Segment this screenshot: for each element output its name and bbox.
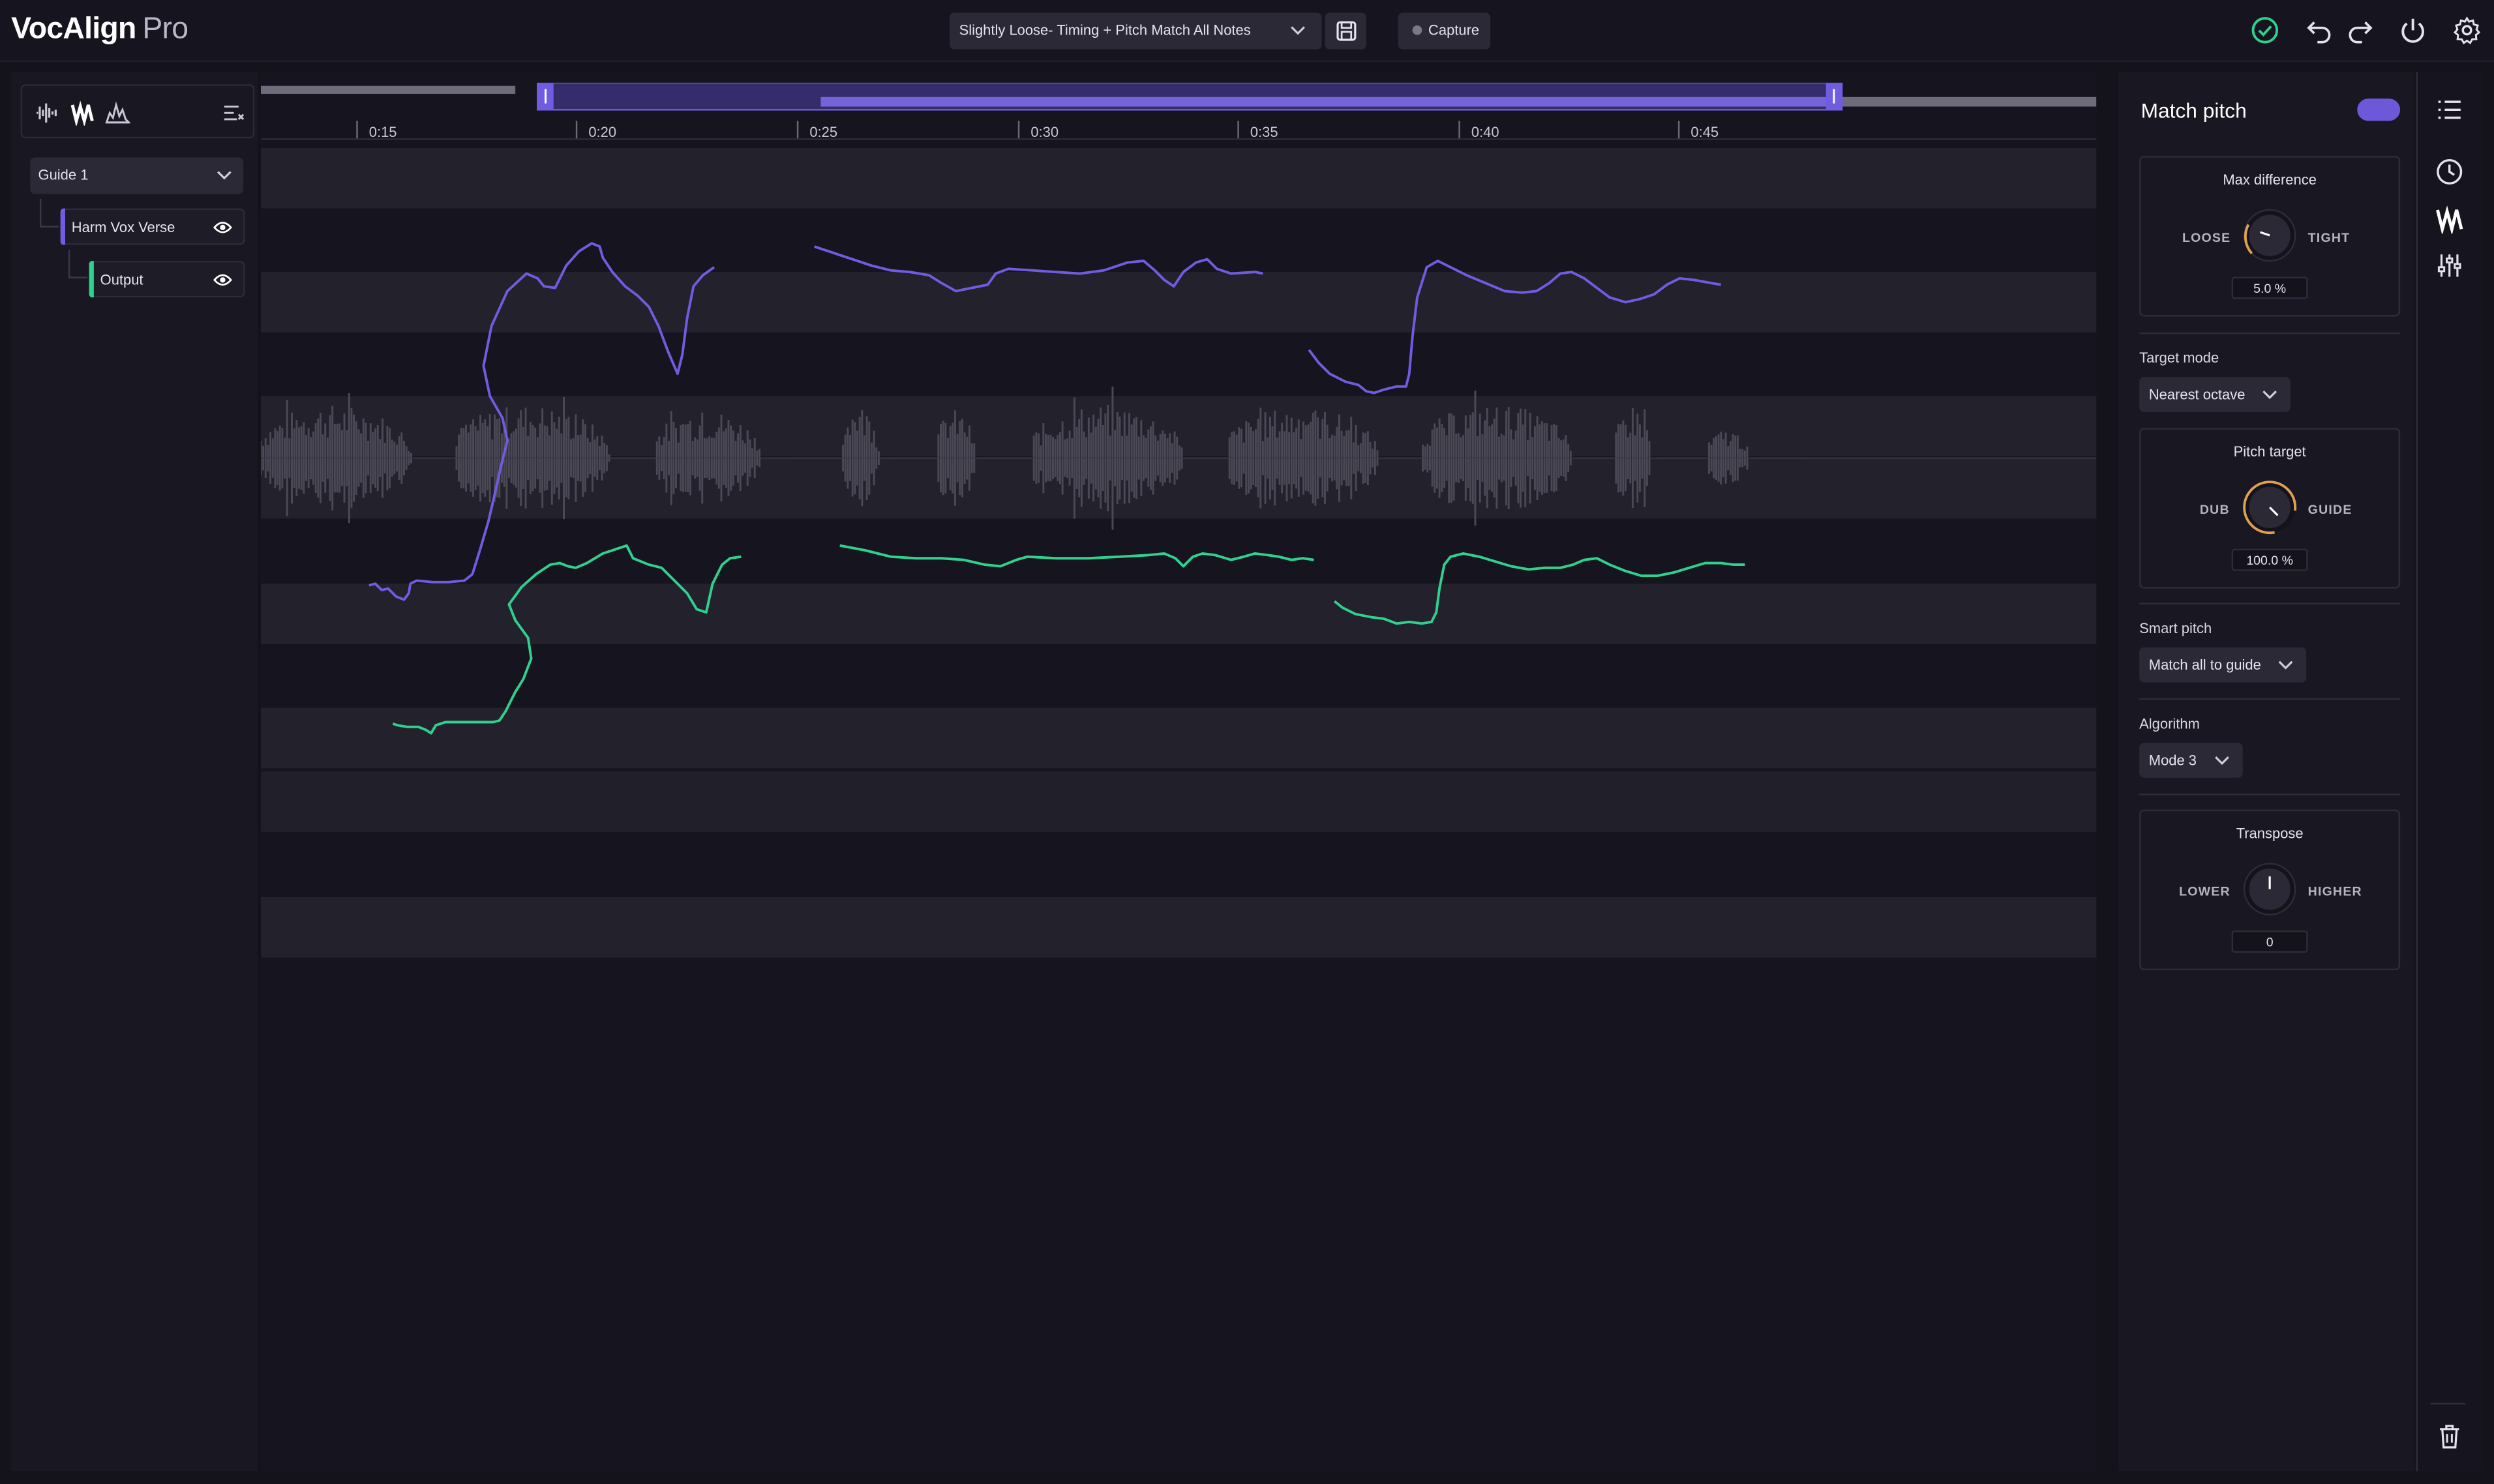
visibility-eye-icon[interactable] — [213, 272, 232, 288]
pitch-target-card: Pitch target DUB GUIDE 100.0 % — [2139, 428, 2401, 589]
track-panel: Guide 1 Harm Vox Verse Output — [11, 71, 258, 1472]
undo-icon[interactable] — [2305, 16, 2334, 44]
app-logo: VocAlign Pro — [11, 12, 188, 46]
card-title: Transpose — [2236, 825, 2304, 842]
guide-select-value: Guide 1 — [38, 167, 89, 183]
guide-pitch-curve — [814, 245, 1263, 293]
knob-right-label: GUIDE — [2307, 502, 2352, 517]
pitch-editor[interactable]: 0:15 0:20 0:25 0:30 0:35 0:40 0:45 — [260, 71, 2097, 1472]
divider — [2139, 602, 2401, 604]
pitch-target-knob[interactable] — [2243, 481, 2297, 535]
target-mode-select[interactable]: Nearest octave — [2139, 377, 2291, 412]
mixer-sliders-icon[interactable] — [2435, 251, 2464, 280]
knob-left-label: LOOSE — [2182, 230, 2231, 245]
output-pitch-curve — [839, 544, 1314, 568]
tree-connector — [39, 198, 59, 228]
chevron-down-icon — [1291, 26, 1305, 35]
transpose-knob[interactable] — [2243, 862, 2297, 916]
divider — [2139, 794, 2401, 795]
save-icon — [1336, 21, 1357, 41]
max-difference-knob[interactable] — [2243, 209, 2297, 263]
pitch-display — [260, 242, 2097, 735]
track-label: Harm Vox Verse — [71, 219, 175, 236]
match-pitch-panel: Match pitch Max difference LOOSE TIGHT 5… — [2118, 71, 2475, 1472]
knob-right-label: TIGHT — [2307, 230, 2351, 245]
chevron-down-icon — [2262, 390, 2277, 400]
knob-left-label: DUB — [2199, 502, 2230, 517]
divider — [2430, 1402, 2466, 1405]
algorithm-label: Algorithm — [2139, 715, 2200, 732]
waveform-view-icon[interactable] — [35, 100, 61, 126]
visibility-eye-icon[interactable] — [213, 220, 232, 235]
chevron-down-icon — [2215, 756, 2229, 765]
settings-gear-icon[interactable] — [2453, 16, 2482, 44]
pitch-mode-icon[interactable] — [2435, 205, 2464, 234]
divider — [2139, 332, 2401, 334]
timing-clock-icon[interactable] — [2435, 158, 2464, 186]
dropdown-value: Mode 3 — [2148, 752, 2197, 769]
trash-icon[interactable] — [2435, 1422, 2464, 1451]
dropdown-value: Nearest octave — [2148, 386, 2246, 403]
transpose-value[interactable]: 0 — [2231, 930, 2308, 953]
panel-rail — [2416, 71, 2483, 1472]
smart-pitch-label: Smart pitch — [2139, 620, 2212, 636]
smart-pitch-select[interactable]: Match all to guide — [2139, 647, 2307, 683]
guide-pitch-curve — [1308, 260, 1722, 394]
redo-icon[interactable] — [2346, 16, 2375, 44]
match-pitch-toggle[interactable] — [2357, 98, 2475, 121]
view-mode-toolbar — [20, 84, 255, 139]
track-color-bar — [89, 261, 94, 298]
output-pitch-curve — [1333, 552, 1745, 625]
save-preset-button[interactable] — [1325, 12, 1366, 50]
card-title: Max difference — [2223, 171, 2317, 188]
track-label: Output — [100, 272, 143, 288]
track-harm-vox-verse[interactable]: Harm Vox Verse — [60, 208, 245, 245]
card-title: Pitch target — [2233, 443, 2306, 460]
spectrum-view-icon[interactable] — [105, 100, 130, 126]
preset-selector[interactable]: Slightly Loose- Timing + Pitch Match All… — [949, 12, 1322, 50]
algorithm-select[interactable]: Mode 3 — [2139, 743, 2243, 778]
capture-label: Capture — [1428, 22, 1480, 38]
panel-title: Match pitch — [2141, 98, 2247, 123]
max-difference-value[interactable]: 5.0 % — [2231, 276, 2308, 299]
record-dot-icon — [1412, 25, 1422, 35]
max-difference-card: Max difference LOOSE TIGHT 5.0 % — [2139, 156, 2401, 317]
status-check-icon — [2251, 17, 2279, 44]
vocalign-window: VocAlign Pro Slightly Loose- Timing + Pit… — [0, 0, 2494, 1484]
output-pitch-curve — [392, 544, 742, 735]
knob-right-label: HIGHER — [2307, 884, 2362, 899]
transpose-card: Transpose LOWER HIGHER 0 — [2139, 809, 2401, 971]
top-bar: VocAlign Pro Slightly Loose- Timing + Pit… — [0, 0, 2494, 63]
track-color-bar — [60, 208, 65, 245]
capture-button[interactable]: Capture — [1398, 12, 1491, 50]
target-mode-label: Target mode — [2139, 349, 2219, 366]
knob-left-label: LOWER — [2179, 884, 2231, 899]
divider — [2139, 698, 2401, 700]
chevron-down-icon — [217, 171, 232, 180]
preset-label: Slightly Loose- Timing + Pitch Match All… — [959, 22, 1251, 38]
dropdown-value: Match all to guide — [2148, 657, 2261, 673]
guide-select[interactable]: Guide 1 — [30, 157, 244, 194]
collapse-lanes-icon[interactable] — [221, 100, 247, 126]
list-menu-icon[interactable] — [2435, 95, 2464, 124]
power-icon[interactable] — [2399, 16, 2427, 44]
tree-connector — [68, 249, 88, 278]
chevron-down-icon — [2278, 660, 2293, 670]
pitch-target-value[interactable]: 100.0 % — [2231, 548, 2308, 571]
pitch-view-icon[interactable] — [70, 100, 95, 126]
track-output[interactable]: Output — [89, 261, 245, 298]
